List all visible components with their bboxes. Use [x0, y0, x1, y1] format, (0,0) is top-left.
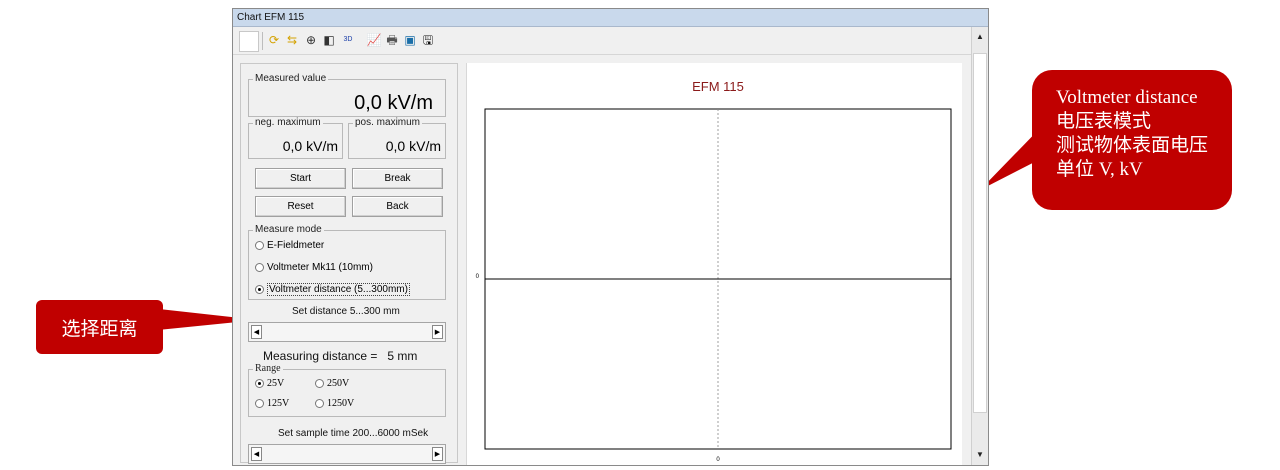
scroll-left-icon[interactable]: ◀	[251, 325, 262, 339]
3d-label: 3D	[343, 36, 353, 43]
measure-mode-label: Measure mode	[253, 224, 324, 235]
title-bar: Chart EFM 115	[233, 9, 988, 27]
measure-mode-group: Measure mode E-Fieldmeter Voltmeter Mk11…	[248, 224, 446, 300]
range-250v-label: 250V	[327, 378, 350, 389]
mode-voltmeter-mk11-radio[interactable]: Voltmeter Mk11 (10mm)	[255, 262, 373, 273]
range-label: Range	[253, 363, 283, 374]
back-button[interactable]: Back	[352, 196, 443, 217]
measuring-distance-label: Measuring distance =	[263, 349, 378, 363]
refresh-icon[interactable]: ⟳	[267, 33, 281, 47]
back-label: Back	[386, 201, 409, 212]
range-125v-label: 125V	[267, 398, 290, 409]
neg-maximum-label: neg. maximum	[253, 117, 323, 128]
toolbar: ⟳ ⇆ ⊕ ◧ 3D 📈 🖶 ▣ 🖫	[233, 27, 988, 55]
scroll-thumb[interactable]	[973, 53, 987, 413]
mode-voltmeter-distance-label: Voltmeter distance (5...300mm)	[267, 283, 410, 296]
range-25v-radio[interactable]: 25V	[255, 378, 284, 389]
scroll-left-icon[interactable]: ◀	[251, 447, 262, 461]
x-tick-label: 0	[716, 457, 720, 463]
range-25v-label: 25V	[267, 378, 285, 389]
radio-selected-icon	[255, 379, 264, 388]
toolbar-blank-field[interactable]	[239, 31, 259, 52]
callout-line-3: 测试物体表面电压	[1056, 135, 1209, 156]
measured-value-label: Measured value	[253, 73, 329, 84]
measuring-distance-value: 5 mm	[387, 349, 418, 363]
measured-value: 0,0 kV/m	[354, 92, 433, 114]
range-1250v-label: 1250V	[327, 398, 355, 409]
measured-value-box: Measured value 0,0 kV/m	[248, 73, 446, 117]
copy-icon[interactable]: ◧	[322, 33, 336, 47]
distance-callout-text: 选择距离	[61, 318, 138, 340]
print-icon[interactable]: 🖶	[385, 33, 399, 47]
neg-maximum-value: 0,0 kV/m	[282, 138, 338, 154]
mode-voltmeter-mk11-label: Voltmeter Mk11 (10mm)	[267, 262, 373, 273]
radio-icon	[255, 263, 264, 272]
measuring-distance-row: Measuring distance = 5 mm	[263, 349, 417, 363]
swap-icon[interactable]: ⇆	[285, 33, 299, 47]
pos-maximum-box: pos. maximum 0,0 kV/m	[348, 117, 446, 159]
pos-maximum-value: 0,0 kV/m	[385, 138, 441, 154]
callout-line-4: 单位 V, kV	[1056, 159, 1143, 180]
scroll-down-icon[interactable]: ▼	[973, 447, 987, 461]
set-distance-caption: Set distance 5...300 mm	[292, 306, 400, 317]
reset-label: Reset	[287, 201, 314, 212]
radio-icon	[315, 399, 324, 408]
window-title: Chart EFM 115	[237, 12, 305, 23]
scroll-right-icon[interactable]: ▶	[432, 447, 443, 461]
break-button[interactable]: Break	[352, 168, 443, 189]
range-group: Range 25V 250V 125V 1250V	[248, 363, 446, 417]
voltmeter-callout: Voltmeter distance 电压表模式 测试物体表面电压 单位 V, …	[1032, 70, 1232, 210]
mode-voltmeter-distance-radio[interactable]: Voltmeter distance (5...300mm)	[255, 283, 410, 296]
chart-window: Chart EFM 115 ⟳ ⇆ ⊕ ◧ 3D 📈 🖶 ▣ 🖫 ▲ ▼ Mea…	[232, 8, 989, 466]
break-label: Break	[384, 173, 411, 184]
radio-icon	[255, 399, 264, 408]
pos-maximum-label: pos. maximum	[353, 117, 423, 128]
callout-line-2: 电压表模式	[1056, 111, 1152, 132]
toolbar-separator	[262, 32, 263, 50]
chart-icon[interactable]: 📈	[367, 33, 382, 47]
zoom-icon[interactable]: ⊕	[304, 33, 318, 47]
chart-svg: EFM 11500Time sek.	[476, 79, 952, 463]
chart-area: EFM 11500Time sek.	[466, 63, 962, 465]
radio-icon	[315, 379, 324, 388]
range-125v-radio[interactable]: 125V	[255, 398, 289, 409]
start-label: Start	[289, 173, 312, 184]
control-panel: Measured value 0,0 kV/m neg. maximum 0,0…	[240, 63, 458, 464]
distance-callout: 选择距离	[36, 300, 163, 354]
sample-time-scrollbar[interactable]: ◀ ▶	[248, 444, 446, 464]
3d-button[interactable]: 3D	[341, 33, 355, 47]
save-icon[interactable]: 🖫	[421, 33, 435, 47]
neg-maximum-box: neg. maximum 0,0 kV/m	[248, 117, 343, 159]
y-tick-label: 0	[476, 274, 480, 280]
scroll-up-icon[interactable]: ▲	[973, 29, 987, 43]
distance-scrollbar[interactable]: ◀ ▶	[248, 322, 446, 342]
chart-title: EFM 115	[692, 79, 744, 94]
image-icon[interactable]: ▣	[403, 33, 417, 47]
start-button[interactable]: Start	[255, 168, 346, 189]
radio-icon	[255, 241, 264, 250]
set-sample-time-caption: Set sample time 200...6000 mSek	[278, 428, 429, 439]
range-250v-radio[interactable]: 250V	[315, 378, 349, 389]
mode-efieldmeter-radio[interactable]: E-Fieldmeter	[255, 240, 324, 251]
callout-line-1: Voltmeter distance	[1056, 87, 1198, 108]
vertical-scrollbar[interactable]: ▲ ▼	[971, 27, 988, 465]
radio-selected-icon	[255, 285, 264, 294]
reset-button[interactable]: Reset	[255, 196, 346, 217]
range-1250v-radio[interactable]: 1250V	[315, 398, 354, 409]
scroll-right-icon[interactable]: ▶	[432, 325, 443, 339]
mode-efieldmeter-label: E-Fieldmeter	[267, 240, 325, 251]
